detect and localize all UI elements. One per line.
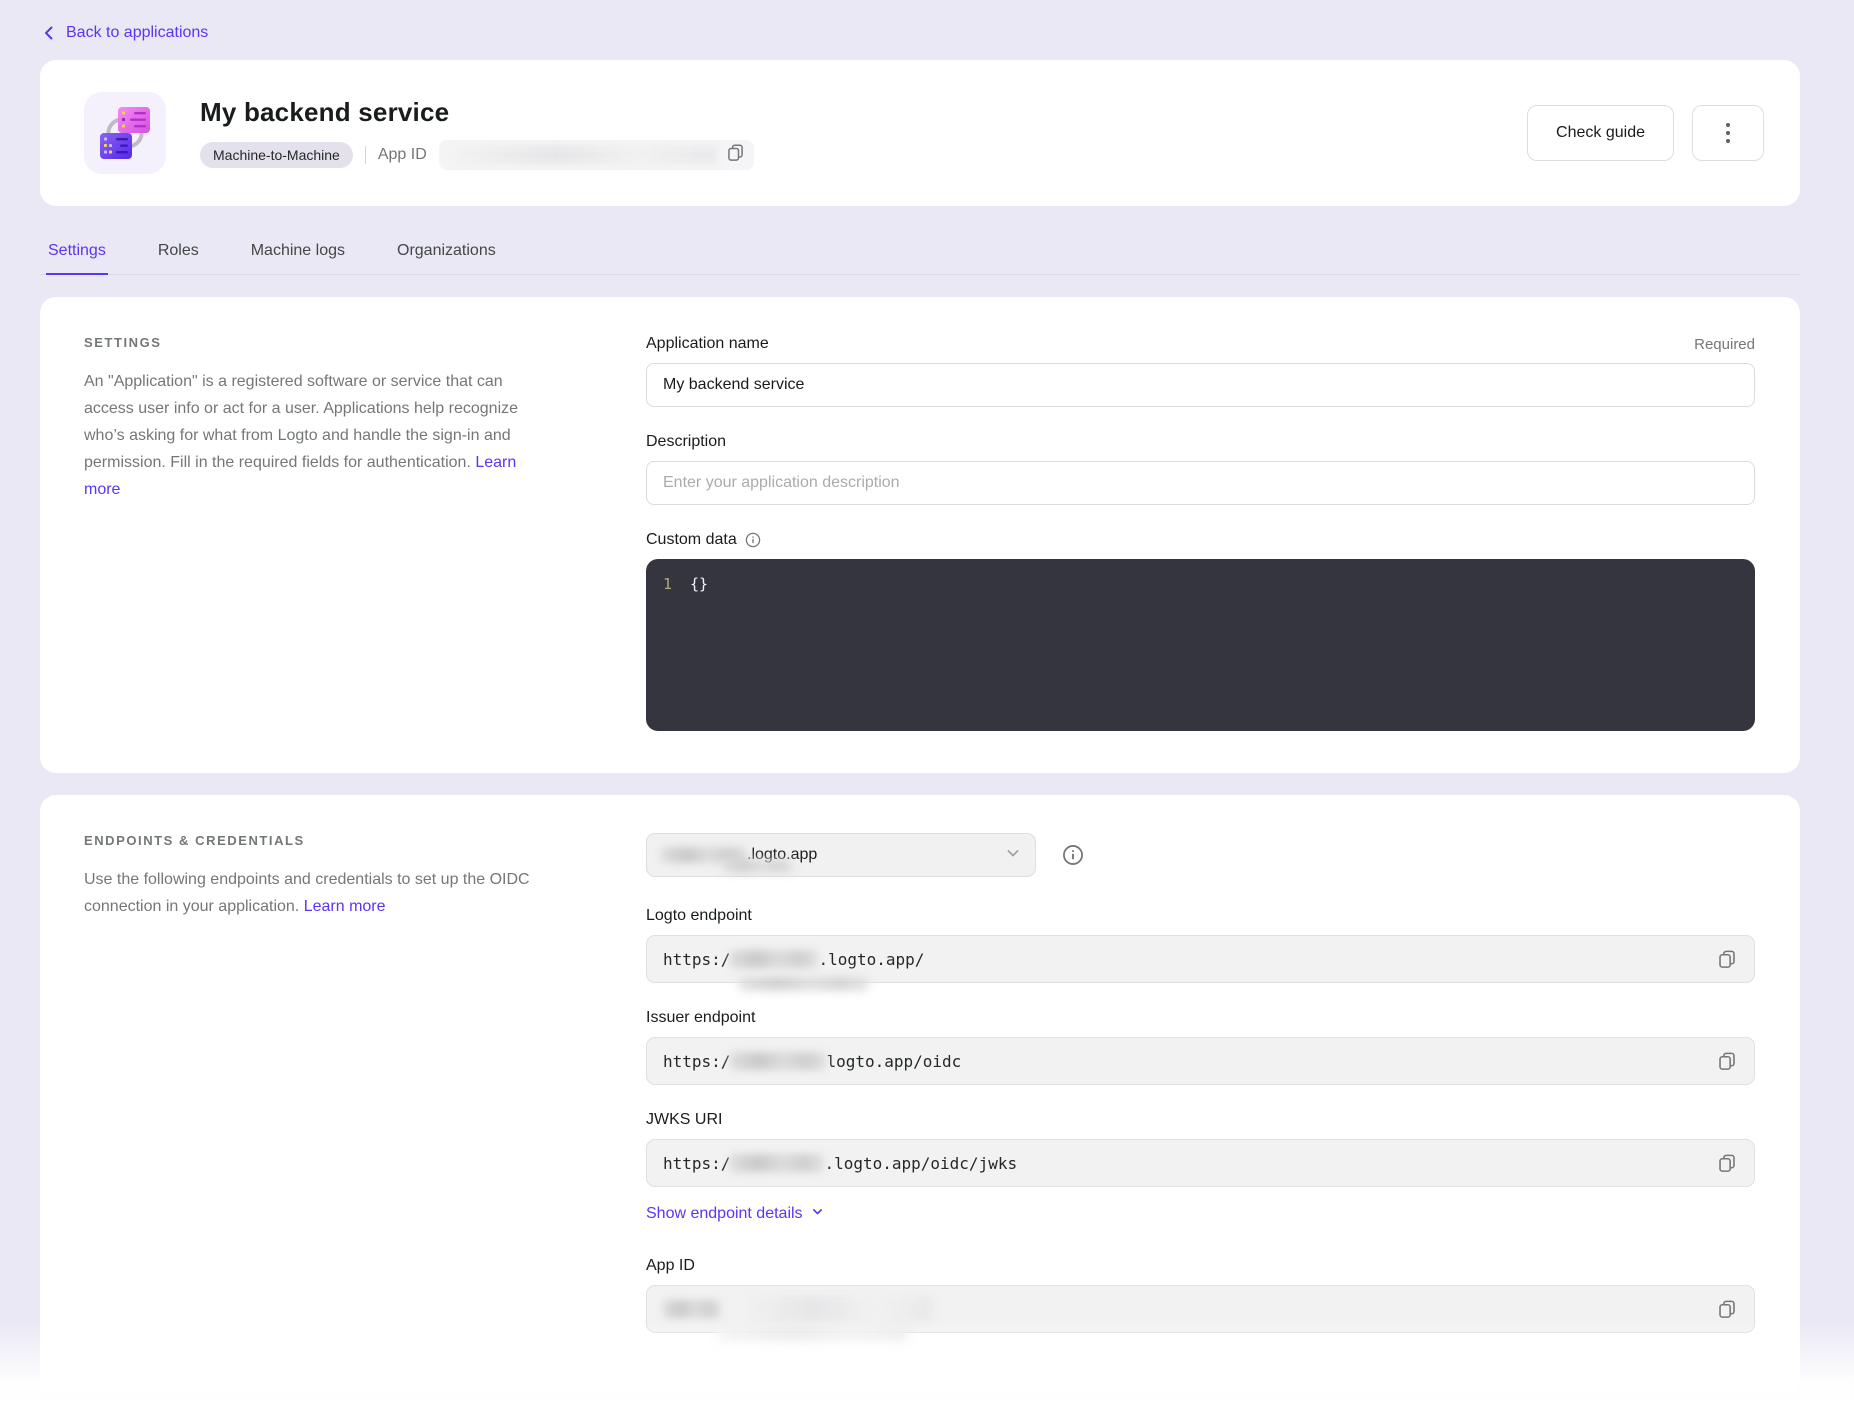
endpoint-value-suffix: logto.app/oidc [826,1052,961,1071]
info-circle-icon [1062,854,1084,869]
copy-icon [1718,956,1736,971]
redacted-app-id-artifact [717,1328,907,1342]
app-id-label: App ID [378,146,427,164]
copy-logto-endpoint-button[interactable] [1714,946,1740,972]
tab-organizations[interactable]: Organizations [395,236,498,275]
issuer-endpoint-label: Issuer endpoint [646,1009,755,1027]
application-header-card: My backend service Machine-to-Machine Ap… [40,60,1800,206]
chevron-down-icon [811,1205,824,1223]
machine-to-machine-icon [84,92,166,174]
application-name-input[interactable] [646,363,1755,407]
domain-select-row: .logto.app [646,833,1755,877]
redacted-endpoint-part [730,1052,826,1070]
description-label: Description [646,433,726,451]
application-name-field-group: Application name Required [646,335,1755,407]
code-content: {} [690,575,708,593]
redacted-endpoint-artifact [739,978,869,990]
custom-data-info-button[interactable] [745,532,761,548]
jwks-uri-label: JWKS URI [646,1111,722,1129]
domain-info-button[interactable] [1062,844,1084,866]
app-id-value-field [646,1285,1755,1333]
check-guide-button[interactable]: Check guide [1527,105,1674,161]
logto-endpoint-field-group: Logto endpoint https:/ .logto.app/ [646,907,1755,983]
custom-data-code-editor[interactable]: 1 {} [646,559,1755,731]
jwks-uri-value-field: https:/ .logto.app/oidc/jwks [646,1139,1755,1187]
description-input[interactable] [646,461,1755,505]
application-meta-row: Machine-to-Machine App ID [200,140,1527,170]
copy-icon [1718,1160,1736,1175]
application-tabs: Settings Roles Machine logs Organization… [40,236,1800,275]
chevron-left-icon [42,25,56,41]
logto-endpoint-label: Logto endpoint [646,907,752,925]
app-id-copy-chip[interactable] [439,140,754,170]
tab-roles[interactable]: Roles [156,236,201,275]
copy-jwks-uri-button[interactable] [1714,1150,1740,1176]
redacted-tenant-id-artifact [723,860,793,872]
settings-card: SETTINGS An "Application" is a registere… [40,297,1800,773]
redacted-app-id-value [449,146,717,164]
back-link-label: Back to applications [66,24,208,42]
tab-settings[interactable]: Settings [46,236,108,275]
tab-machine-logs[interactable]: Machine logs [249,236,347,275]
redacted-endpoint-part [730,950,818,968]
endpoints-aside: ENDPOINTS & CREDENTIALS Use the followin… [84,833,556,1353]
redacted-app-id-part [663,1300,721,1318]
show-details-label: Show endpoint details [646,1205,803,1223]
copy-issuer-endpoint-button[interactable] [1714,1048,1740,1074]
settings-section-description: An "Application" is a registered softwar… [84,373,518,471]
application-header-info: My backend service Machine-to-Machine Ap… [200,97,1527,170]
application-details-page: Back to applications [0,0,1854,1395]
endpoint-value-prefix: https:/ [663,1052,730,1071]
endpoints-learn-more-link[interactable]: Learn more [304,898,386,915]
endpoints-credentials-card: ENDPOINTS & CREDENTIALS Use the followin… [40,795,1800,1395]
endpoints-section-title: ENDPOINTS & CREDENTIALS [84,833,556,848]
description-field-group: Description [646,433,1755,505]
copy-icon [1718,1058,1736,1073]
redacted-endpoint-part [730,1154,824,1172]
page-title: My backend service [200,97,1527,128]
logto-endpoint-value-field: https:/ .logto.app/ [646,935,1755,983]
endpoint-value-suffix: .logto.app/oidc/jwks [824,1154,1017,1173]
show-endpoint-details-link[interactable]: Show endpoint details [646,1205,824,1223]
endpoint-value-prefix: https:/ [663,1154,730,1173]
endpoint-value-suffix: .logto.app/ [818,950,924,969]
copy-icon [1718,1306,1736,1321]
application-name-label: Application name [646,335,769,353]
copy-app-id-button[interactable] [1714,1296,1740,1322]
header-actions: Check guide [1527,105,1764,161]
settings-form: Application name Required Description Cu… [646,335,1755,731]
required-hint: Required [1694,336,1755,353]
domain-select[interactable]: .logto.app [646,833,1036,877]
issuer-endpoint-value-field: https:/ logto.app/oidc [646,1037,1755,1085]
info-circle-icon [745,536,761,551]
endpoint-value-prefix: https:/ [663,950,730,969]
settings-aside: SETTINGS An "Application" is a registere… [84,335,556,731]
application-type-badge: Machine-to-Machine [200,142,353,168]
settings-section-title: SETTINGS [84,335,556,350]
meta-divider [365,146,366,164]
app-id-field-label: App ID [646,1257,695,1275]
copy-icon [727,144,744,166]
custom-data-label: Custom data [646,531,737,549]
code-line-number: 1 [646,575,690,593]
issuer-endpoint-field-group: Issuer endpoint https:/ logto.app/oidc [646,1009,1755,1085]
app-id-field-group: App ID [646,1257,1755,1333]
kebab-menu-icon [1726,123,1730,143]
redacted-app-id-part [733,1296,933,1322]
custom-data-field-group: Custom data 1 {} [646,531,1755,731]
back-to-applications-link[interactable]: Back to applications [42,24,208,42]
chevron-down-icon [1005,845,1021,866]
jwks-uri-field-group: JWKS URI https:/ .logto.app/oidc/jwks [646,1111,1755,1187]
more-actions-button[interactable] [1692,105,1764,161]
endpoints-form: .logto.app Logto endpoint https:/ [646,833,1755,1353]
